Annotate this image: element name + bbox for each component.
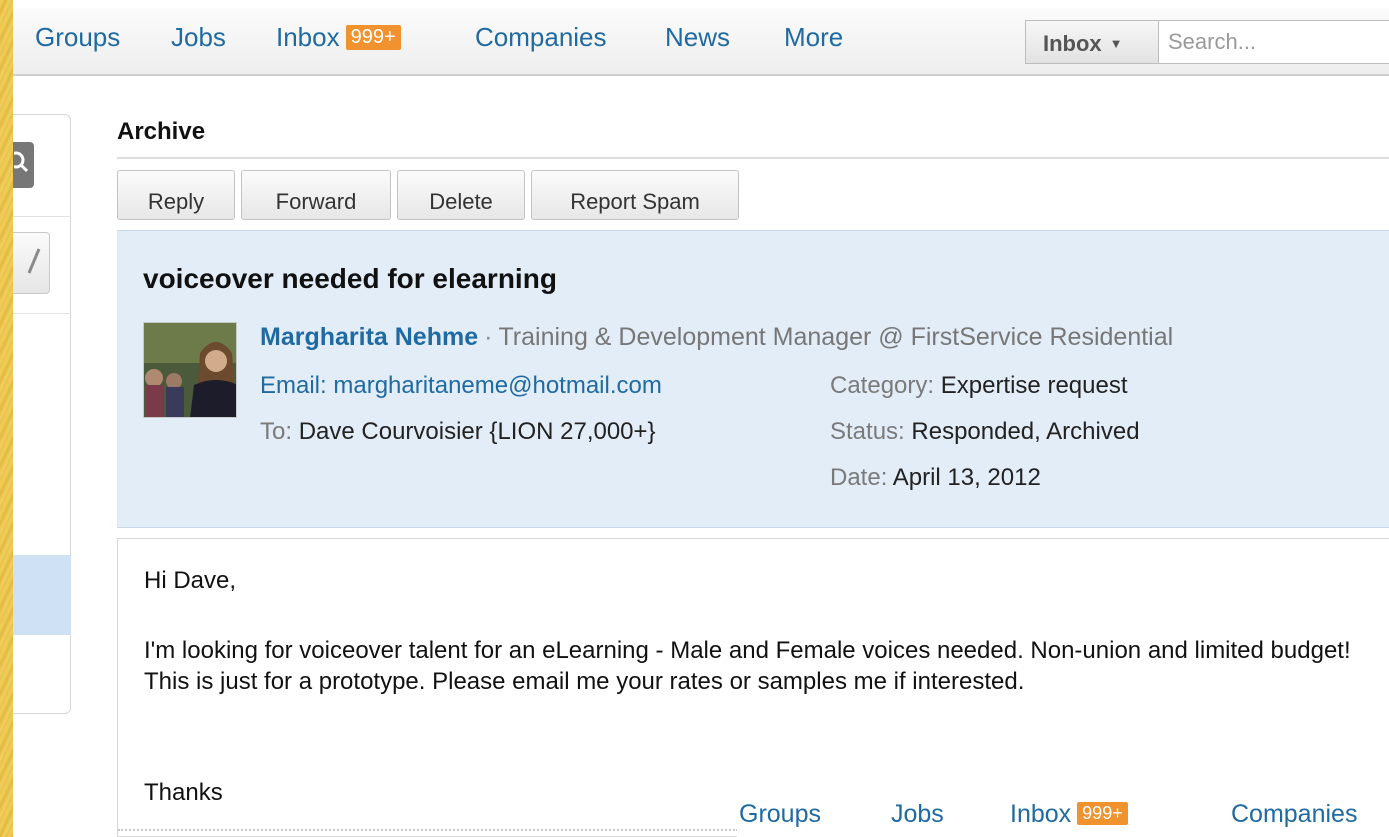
body-divider bbox=[118, 829, 738, 831]
caret-down-icon: ▼ bbox=[1109, 36, 1123, 51]
nav-news[interactable]: News bbox=[665, 22, 730, 53]
sender-email-link[interactable]: margharitaneme@hotmail.com bbox=[333, 372, 662, 399]
compose-icon bbox=[27, 248, 41, 274]
nav-inbox-label: Inbox bbox=[276, 22, 340, 52]
date-value: April 13, 2012 bbox=[892, 464, 1041, 491]
status-row: Status: Responded, Archived bbox=[830, 418, 1140, 446]
nav-companies[interactable]: Companies bbox=[475, 22, 607, 53]
sender-email-row: Email: margharitaneme@hotmail.com bbox=[260, 372, 662, 400]
avatar[interactable] bbox=[143, 322, 237, 418]
sender-name-link[interactable]: Margharita Nehme bbox=[260, 323, 478, 351]
status-label: Status: bbox=[830, 418, 905, 445]
sender-title: Training & Development Manager @ FirstSe… bbox=[498, 323, 1174, 351]
to-label: To: bbox=[260, 418, 293, 445]
date-row: Date: April 13, 2012 bbox=[830, 464, 1041, 492]
sender-line: Margharita Nehme · Training & Development … bbox=[260, 323, 1173, 352]
footer-nav-groups[interactable]: Groups bbox=[739, 800, 821, 829]
recipient-row: To: Dave Courvoisier {LION 27,000+} bbox=[260, 418, 656, 446]
sidebar-item-selected[interactable] bbox=[13, 555, 71, 635]
email-label: Email: bbox=[260, 372, 327, 399]
sender-photo bbox=[144, 323, 236, 417]
recipient-name: Dave Courvoisier {LION 27,000+} bbox=[298, 418, 656, 445]
message-subject: voiceover needed for elearning bbox=[143, 263, 557, 294]
forward-button[interactable]: Forward bbox=[241, 170, 391, 220]
body-greeting: Hi Dave, bbox=[144, 567, 237, 594]
body-paragraph: I'm looking for voiceover talent for an … bbox=[144, 637, 1351, 695]
delete-button[interactable]: Delete bbox=[397, 170, 525, 220]
sidebar-divider bbox=[13, 313, 71, 314]
reply-button[interactable]: Reply bbox=[117, 170, 235, 220]
footer-navigation: Groups Jobs Inbox 999+ Companies bbox=[737, 798, 1389, 837]
sidebar-divider bbox=[13, 216, 71, 217]
body-signoff: Thanks bbox=[144, 779, 223, 806]
top-navigation-bar: Groups Jobs Inbox 999+ Companies News Mor… bbox=[13, 8, 1389, 76]
category-value: Expertise request bbox=[940, 372, 1128, 399]
search-scope-label: Inbox bbox=[1043, 31, 1102, 56]
footer-inbox-count-badge: 999+ bbox=[1077, 802, 1128, 825]
category-row: Category: Expertise request bbox=[830, 372, 1128, 400]
footer-nav-jobs[interactable]: Jobs bbox=[891, 800, 944, 829]
inbox-count-badge: 999+ bbox=[345, 25, 401, 50]
message-header: voiceover needed for elearning Margharit… bbox=[117, 230, 1389, 528]
search-input[interactable] bbox=[1158, 20, 1389, 64]
nav-jobs[interactable]: Jobs bbox=[171, 22, 226, 53]
message-body: Hi Dave, I'm looking for voiceover talen… bbox=[117, 538, 1389, 837]
footer-nav-companies[interactable]: Companies bbox=[1231, 800, 1357, 829]
sidebar-compose-button[interactable] bbox=[13, 232, 50, 294]
category-label: Category: bbox=[830, 372, 935, 399]
search-icon bbox=[13, 151, 29, 173]
footer-nav-inbox[interactable]: Inbox 999+ bbox=[1010, 800, 1128, 829]
nav-groups[interactable]: Groups bbox=[35, 22, 120, 53]
separator-dot: · bbox=[484, 323, 493, 351]
footer-inbox-label: Inbox bbox=[1010, 800, 1072, 828]
nav-inbox[interactable]: Inbox 999+ bbox=[276, 22, 401, 53]
left-sidebar bbox=[13, 114, 71, 714]
linkedin-inbox-page: Groups Jobs Inbox 999+ Companies News Mor… bbox=[13, 0, 1389, 837]
date-label: Date: bbox=[830, 464, 888, 491]
title-divider bbox=[117, 157, 1389, 159]
sidebar-search-button[interactable] bbox=[13, 142, 34, 188]
search-scope-dropdown[interactable]: Inbox ▼ bbox=[1025, 20, 1158, 64]
report-spam-button[interactable]: Report Spam bbox=[531, 170, 739, 220]
nav-more[interactable]: More bbox=[784, 22, 843, 53]
status-value: Responded, Archived bbox=[911, 418, 1140, 445]
page-title: Archive bbox=[117, 118, 206, 145]
